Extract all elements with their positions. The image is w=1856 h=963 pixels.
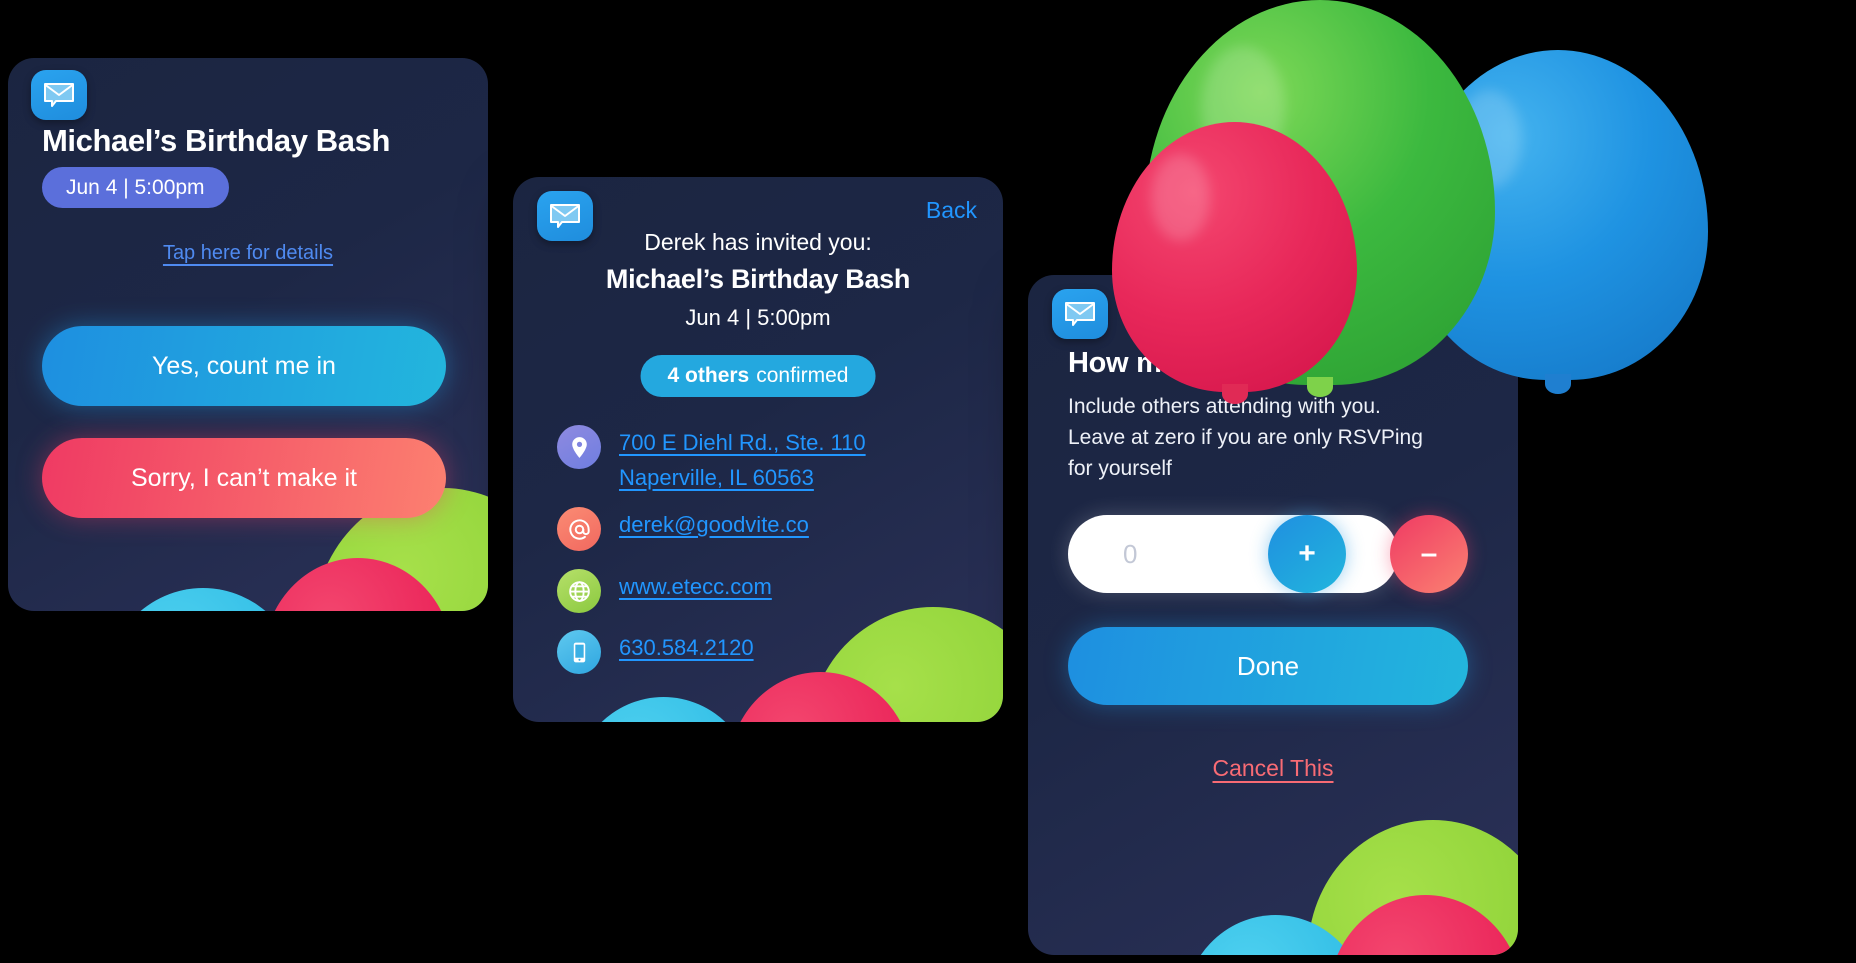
guests-description: Include others attending with you. Leave… bbox=[1068, 395, 1423, 480]
page-title: Michael’s Birthday Bash bbox=[42, 123, 390, 158]
confirmed-count: 4 others bbox=[667, 364, 750, 387]
guest-quantity-stepper: 0 + – bbox=[1068, 515, 1468, 593]
decline-button[interactable]: Sorry, I can’t make it bbox=[42, 438, 446, 518]
red-balloon bbox=[1112, 122, 1357, 404]
invite-card: Michael’s Birthday Bash Jun 4 | 5:00pm T… bbox=[8, 58, 488, 611]
accept-button[interactable]: Yes, count me in bbox=[42, 326, 446, 406]
location-pin-icon bbox=[557, 425, 601, 469]
phone-text[interactable]: 630.584.2120 bbox=[619, 630, 754, 665]
address-line-1[interactable]: 700 E Diehl Rd., Ste. 110 bbox=[619, 425, 866, 460]
website-text[interactable]: www.etecc.com bbox=[619, 569, 772, 604]
contact-row-phone[interactable]: 630.584.2120 bbox=[557, 630, 754, 674]
globe-icon bbox=[557, 569, 601, 613]
event-title: Michael’s Birthday Bash bbox=[605, 264, 911, 294]
decrement-button[interactable]: – bbox=[1390, 515, 1468, 593]
email-text[interactable]: derek@goodvite.co bbox=[619, 507, 809, 542]
website-value[interactable]: www.etecc.com bbox=[619, 569, 772, 604]
envelope-icon bbox=[537, 191, 593, 241]
details-card: Back Derek has invited you: Michael’s Bi… bbox=[513, 177, 1003, 722]
envelope-icon bbox=[31, 70, 87, 120]
contact-row-email[interactable]: derek@goodvite.co bbox=[557, 507, 809, 551]
address-line-2[interactable]: Naperville, IL 60563 bbox=[619, 460, 814, 495]
at-sign-icon bbox=[557, 507, 601, 551]
event-datetime: Jun 4 | 5:00pm bbox=[685, 305, 831, 330]
confirmed-badge: 4 others confirmed bbox=[640, 355, 876, 397]
phone-value[interactable]: 630.584.2120 bbox=[619, 630, 754, 665]
event-date-badge: Jun 4 | 5:00pm bbox=[42, 167, 229, 208]
guest-count-input[interactable]: 0 bbox=[1068, 515, 1398, 593]
contact-row-address[interactable]: 700 E Diehl Rd., Ste. 110 Naperville, IL… bbox=[557, 425, 866, 495]
back-link[interactable]: Back bbox=[926, 197, 977, 224]
contact-row-website[interactable]: www.etecc.com bbox=[557, 569, 772, 613]
envelope-icon bbox=[1052, 289, 1108, 339]
mobile-phone-icon bbox=[557, 630, 601, 674]
increment-button[interactable]: + bbox=[1268, 515, 1346, 593]
screen-root: Michael’s Birthday Bash Jun 4 | 5:00pm T… bbox=[0, 0, 1856, 963]
address-text[interactable]: 700 E Diehl Rd., Ste. 110 Naperville, IL… bbox=[619, 425, 866, 495]
details-link[interactable]: Tap here for details bbox=[8, 242, 488, 265]
done-button[interactable]: Done bbox=[1068, 627, 1468, 705]
email-value[interactable]: derek@goodvite.co bbox=[619, 507, 809, 542]
confirmed-suffix: confirmed bbox=[756, 364, 849, 387]
cancel-link[interactable]: Cancel This bbox=[1028, 755, 1518, 782]
guest-count-value: 0 bbox=[1123, 538, 1138, 569]
